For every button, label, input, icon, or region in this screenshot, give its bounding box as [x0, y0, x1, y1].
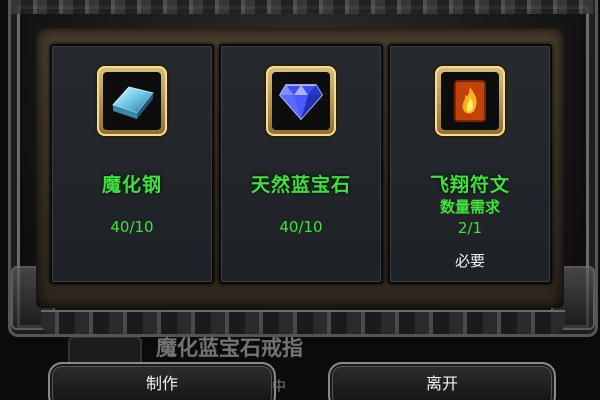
material-quantity: 40/10 — [110, 218, 154, 236]
background-partial-text: 中 — [272, 379, 286, 395]
material-quantity: 2/1 — [457, 219, 483, 237]
required-label: 必要 — [454, 252, 485, 270]
steel-ingot-icon — [112, 86, 154, 119]
material-icon-frame — [266, 66, 336, 136]
craft-button-label: 制作 — [145, 374, 178, 393]
fire-rune-icon — [454, 80, 486, 122]
material-icon-frame — [435, 66, 505, 136]
material-slot-steel[interactable]: 魔化钢 40/10 — [50, 44, 214, 284]
frame-bottom-ornament — [41, 310, 565, 334]
crafting-screen: 魔化蓝宝石戒指 魔化钢 40/10 天然蓝宝石 40/10 飞翔符文 数量需求 … — [0, 0, 600, 400]
blue-gem-icon — [279, 84, 323, 121]
material-quantity: 40/10 — [279, 218, 323, 236]
frame-top-ornament — [11, 0, 595, 14]
material-slot-sapphire[interactable]: 天然蓝宝石 40/10 — [219, 44, 383, 284]
leave-button-label: 离开 — [425, 374, 458, 393]
craft-button[interactable]: 制作 — [48, 362, 276, 400]
leave-button[interactable]: 离开 — [328, 362, 556, 400]
material-slot-rune[interactable]: 飞翔符文 数量需求 2/1 必要 — [388, 44, 552, 284]
material-icon-frame — [97, 66, 167, 136]
material-name: 天然蓝宝石 — [250, 174, 351, 196]
material-name: 飞翔符文 — [429, 174, 510, 196]
quantity-requirement-label: 数量需求 — [439, 198, 500, 216]
material-name: 魔化钢 — [101, 174, 162, 196]
